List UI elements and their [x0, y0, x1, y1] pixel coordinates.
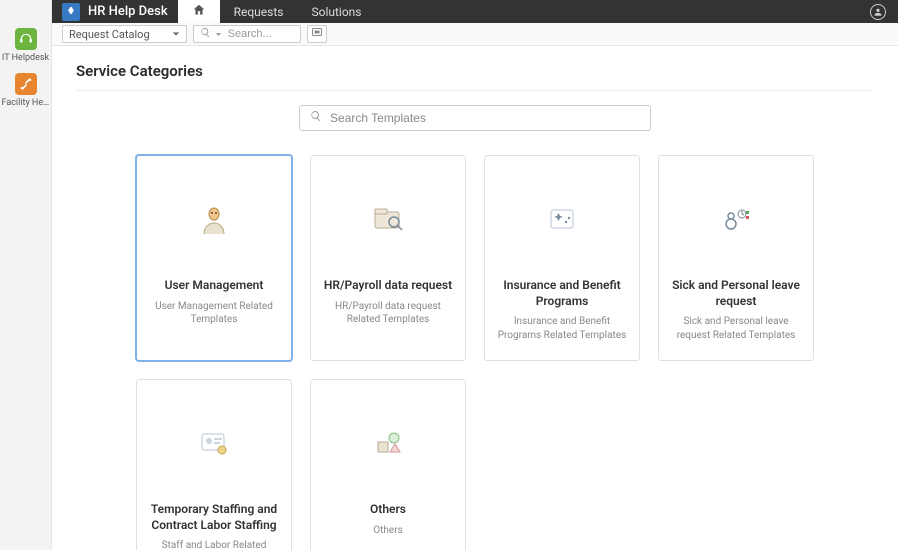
category-title: Sick and Personal leave request	[669, 278, 803, 309]
topbar: HR Help Desk Requests Solutions	[0, 0, 898, 23]
chevron-down-icon	[215, 27, 224, 42]
category-title: Others	[370, 502, 406, 518]
tab-home[interactable]	[178, 0, 220, 23]
left-rail: IT Helpdesk Facility Help…	[0, 0, 52, 550]
user-icon	[870, 4, 886, 20]
app-title: HR Help Desk	[88, 4, 168, 19]
tab-solutions[interactable]: Solutions	[297, 0, 375, 23]
brand-icon	[62, 3, 80, 21]
template-search[interactable]	[299, 105, 651, 131]
search-icon	[310, 110, 322, 126]
tab-label: Solutions	[311, 5, 361, 19]
page-title: Service Categories	[76, 62, 874, 91]
rail-item-label: Facility Help…	[2, 98, 50, 108]
headset-icon	[15, 28, 37, 50]
category-card-others[interactable]: Others Others	[310, 379, 466, 550]
category-desc: Others	[373, 524, 403, 538]
tab-requests[interactable]: Requests	[220, 0, 298, 23]
rail-item-label: IT Helpdesk	[2, 53, 49, 63]
rail-item-it-helpdesk[interactable]: IT Helpdesk	[2, 28, 49, 63]
category-title: HR/Payroll data request	[324, 278, 452, 294]
tab-label: Requests	[234, 5, 284, 19]
catalog-dropdown[interactable]: Request Catalog	[62, 25, 187, 43]
global-search[interactable]	[193, 25, 301, 43]
person-icon	[147, 196, 281, 242]
folder-search-icon	[321, 196, 455, 242]
home-icon	[192, 3, 206, 20]
nav-tabs: Requests Solutions	[178, 0, 376, 23]
category-card-hr-payroll[interactable]: HR/Payroll data request HR/Payroll data r…	[310, 155, 466, 361]
scan-button[interactable]	[307, 25, 327, 43]
category-desc: HR/Payroll data request Related Template…	[321, 300, 455, 327]
leave-icon	[669, 196, 803, 242]
tools-icon	[15, 73, 37, 95]
chevron-down-icon	[172, 28, 180, 41]
category-title: Temporary Staffing and Contract Labor St…	[147, 502, 281, 533]
global-search-input[interactable]	[228, 28, 288, 40]
category-card-insurance-benefits[interactable]: Insurance and Benefit Programs Insurance …	[484, 155, 640, 361]
rail-item-facility-help-[interactable]: Facility Help…	[2, 73, 50, 108]
dropdown-label: Request Catalog	[69, 28, 150, 41]
toolbar: Request Catalog	[0, 23, 898, 46]
category-card-sick-leave[interactable]: Sick and Personal leave request Sick and …	[658, 155, 814, 361]
page-content: Service Categories User ManagementUser M…	[52, 46, 898, 550]
scan-icon	[311, 26, 323, 42]
category-desc: Insurance and Benefit Programs Related T…	[495, 315, 629, 342]
category-title: User Management	[165, 278, 264, 294]
template-search-input[interactable]	[330, 111, 640, 125]
category-desc: Staff and Labor Related Templates	[147, 539, 281, 550]
category-title: Insurance and Benefit Programs	[495, 278, 629, 309]
shapes-icon	[321, 420, 455, 466]
id-card-icon	[147, 420, 281, 466]
sparkle-card-icon	[495, 196, 629, 242]
search-icon	[200, 27, 211, 42]
category-desc: User Management Related Templates	[147, 300, 281, 327]
category-desc: Sick and Personal leave request Related …	[669, 315, 803, 342]
category-card-user-management[interactable]: User Management User Management Related T…	[136, 155, 292, 361]
category-card-temp-staffing[interactable]: Temporary Staffing and Contract Labor St…	[136, 379, 292, 550]
category-grid: User Management User Management Related T…	[125, 155, 825, 550]
brand: HR Help Desk	[52, 0, 178, 23]
user-menu-button[interactable]	[858, 0, 898, 23]
